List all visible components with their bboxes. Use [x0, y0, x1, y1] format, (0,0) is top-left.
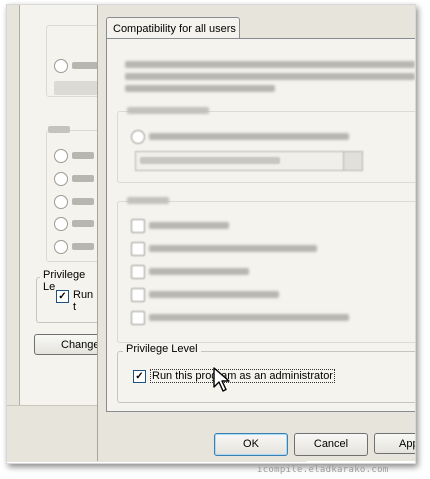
- compat-mode-select[interactable]: [135, 151, 363, 171]
- change-settings-label: Change: [61, 339, 100, 351]
- back-setting-radio-5[interactable]: [54, 240, 68, 254]
- ok-button[interactable]: OK: [214, 433, 288, 456]
- back-tab-panel: Privilege Le ✓ Run t Change: [19, 5, 124, 406]
- back-setting-radio-2[interactable]: [54, 172, 68, 186]
- setting-640x480-text: [149, 245, 317, 252]
- back-run-label: Run t: [73, 289, 94, 313]
- setting-desktop-composition-checkbox[interactable]: [131, 288, 145, 302]
- watermark-text: icompile.eladkarako.com: [257, 465, 389, 475]
- description-line-1: [125, 61, 415, 68]
- settings-label: [127, 197, 169, 204]
- tab-compatibility-all-users[interactable]: Compatibility for all users: [106, 17, 240, 39]
- front-footer: OK Cancel App: [98, 415, 415, 461]
- run-as-admin-label[interactable]: Run this program as an administrator: [150, 369, 335, 383]
- description-line-2: [125, 73, 415, 80]
- privilege-level-label: Privilege Level: [123, 343, 201, 355]
- screenshot-frame: Privilege Le ✓ Run t Change Compatibilit…: [6, 4, 416, 464]
- compat-mode-radio[interactable]: [131, 130, 145, 144]
- back-setting-radio-1[interactable]: [54, 149, 68, 163]
- compat-mode-group: [117, 111, 415, 183]
- back-settings-label: [48, 126, 70, 133]
- setting-visual-themes-text: [149, 268, 249, 275]
- setting-640x480-checkbox[interactable]: [131, 242, 145, 256]
- back-setting-text-3: [72, 198, 94, 205]
- setting-visual-themes-checkbox[interactable]: [131, 265, 145, 279]
- back-run-checkbox[interactable]: ✓: [56, 290, 69, 303]
- setting-256-colors-text: [149, 222, 229, 229]
- cancel-button[interactable]: Cancel: [294, 433, 368, 456]
- compat-mode-text: [149, 133, 349, 140]
- back-setting-text-1: [72, 152, 94, 159]
- back-setting-text-2: [72, 175, 94, 182]
- back-setting-radio-4[interactable]: [54, 217, 68, 231]
- front-tab-panel: Privilege Level ✓ Run this program as an…: [106, 38, 415, 412]
- setting-dpi-scaling-checkbox[interactable]: [131, 311, 145, 325]
- back-setting-text-4: [72, 220, 94, 227]
- apply-button[interactable]: App: [374, 433, 415, 454]
- description-line-3: [125, 85, 275, 92]
- back-setting-text-5: [72, 243, 94, 250]
- back-compat-radio[interactable]: [54, 59, 68, 73]
- run-as-admin-checkbox[interactable]: ✓: [133, 370, 146, 383]
- back-setting-radio-3[interactable]: [54, 195, 68, 209]
- mouse-pointer-icon: [213, 367, 231, 396]
- setting-dpi-scaling-text: [149, 314, 349, 321]
- setting-256-colors-checkbox[interactable]: [131, 219, 145, 233]
- compat-mode-label: [127, 107, 209, 114]
- setting-desktop-composition-text: [149, 291, 279, 298]
- front-dialog: Compatibility for all users Privilege Le…: [97, 5, 415, 461]
